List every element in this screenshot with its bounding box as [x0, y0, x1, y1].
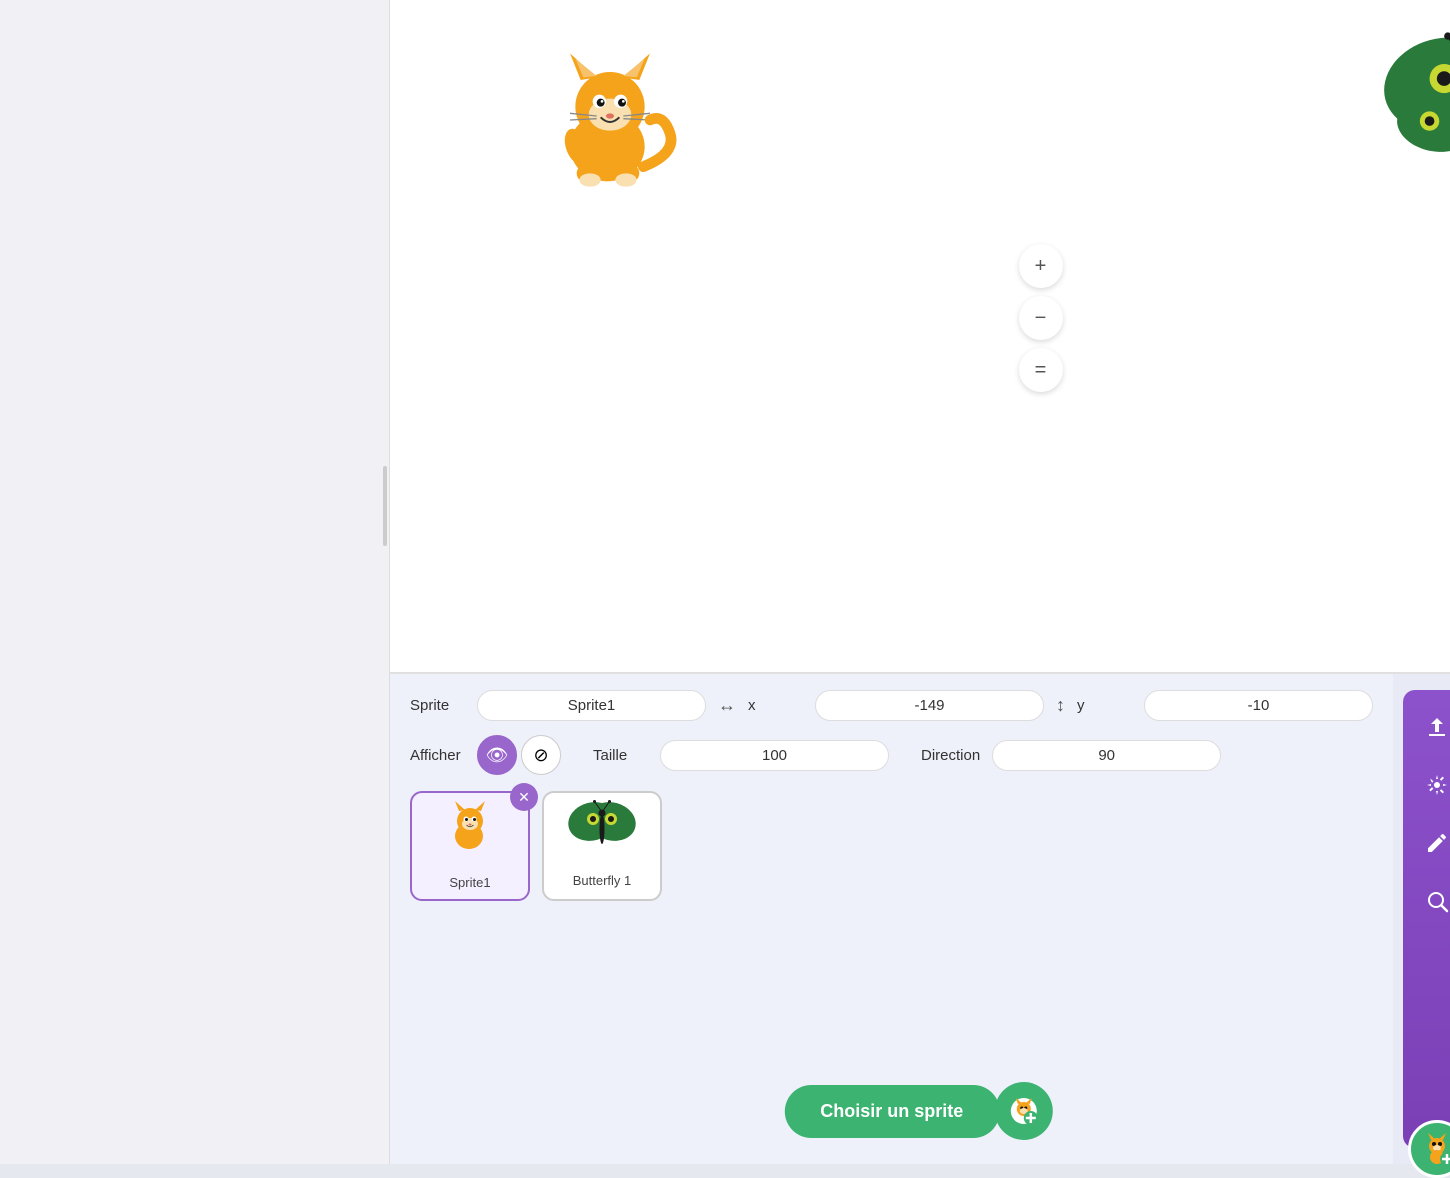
afficher-label: Afficher — [410, 747, 465, 764]
cat-on-stage[interactable] — [530, 40, 690, 200]
choose-sprite-button[interactable]: Choisir un sprite — [784, 1085, 999, 1138]
y-axis-icon: ↕ — [1056, 695, 1065, 716]
hide-button[interactable]: ⊘ — [521, 735, 561, 775]
zoom-controls: + − = — [1019, 244, 1063, 392]
bottom-panel: Sprite ↔ x ↕ y Afficher 👁 ⊘ Taille Direc… — [390, 674, 1450, 1164]
search-button[interactable] — [1414, 878, 1450, 924]
sprite-add-icon-button[interactable] — [994, 1082, 1052, 1140]
y-label: y — [1077, 697, 1132, 714]
sprite-name-row: Sprite ↔ x ↕ y — [410, 690, 1373, 721]
choose-sprite-area: Choisir un sprite — [784, 1082, 1052, 1140]
x-input[interactable] — [815, 690, 1044, 721]
x-label: x — [748, 697, 803, 714]
add-sprite-main-button[interactable] — [1408, 1120, 1450, 1178]
butterfly1-icon — [567, 799, 637, 867]
show-button[interactable]: 👁 — [477, 735, 517, 775]
zoom-fit-button[interactable]: = — [1019, 348, 1063, 392]
direction-label: Direction — [921, 747, 980, 764]
taille-input[interactable] — [660, 740, 889, 771]
code-panel — [0, 0, 390, 1164]
scrollbar[interactable] — [383, 466, 387, 546]
paint-button[interactable] — [1414, 820, 1450, 866]
butterfly1-label: Butterfly 1 — [573, 873, 632, 888]
zoom-in-button[interactable]: + — [1019, 244, 1063, 288]
sprites-list: ✕ — [410, 791, 1373, 901]
sprite-name-input[interactable] — [477, 690, 706, 721]
delete-sprite1-button[interactable]: ✕ — [510, 783, 538, 811]
visibility-group: 👁 ⊘ — [477, 735, 561, 775]
taille-label: Taille — [593, 747, 648, 764]
upload-button[interactable] — [1414, 704, 1450, 750]
sprite-card-butterfly1[interactable]: Butterfly 1 — [542, 791, 662, 901]
stage: + − = — [390, 0, 1450, 674]
sprite-card-sprite1[interactable]: ✕ — [410, 791, 530, 901]
sprite1-label: Sprite1 — [449, 875, 490, 890]
sprite-label: Sprite — [410, 697, 465, 714]
direction-input[interactable] — [992, 740, 1221, 771]
y-input[interactable] — [1144, 690, 1373, 721]
sprite1-icon — [435, 796, 505, 869]
sprite-info-panel: Sprite ↔ x ↕ y Afficher 👁 ⊘ Taille Direc… — [390, 674, 1393, 1164]
visibility-row: Afficher 👁 ⊘ Taille Direction — [410, 735, 1373, 775]
right-area: + − = Sprite ↔ x ↕ y Afficher � — [390, 0, 1450, 1164]
action-bar — [1403, 690, 1450, 1148]
effects-button[interactable] — [1414, 762, 1450, 808]
zoom-out-button[interactable]: − — [1019, 296, 1063, 340]
x-axis-icon: ↔ — [718, 695, 736, 716]
butterfly-on-stage[interactable] — [1381, 30, 1450, 170]
